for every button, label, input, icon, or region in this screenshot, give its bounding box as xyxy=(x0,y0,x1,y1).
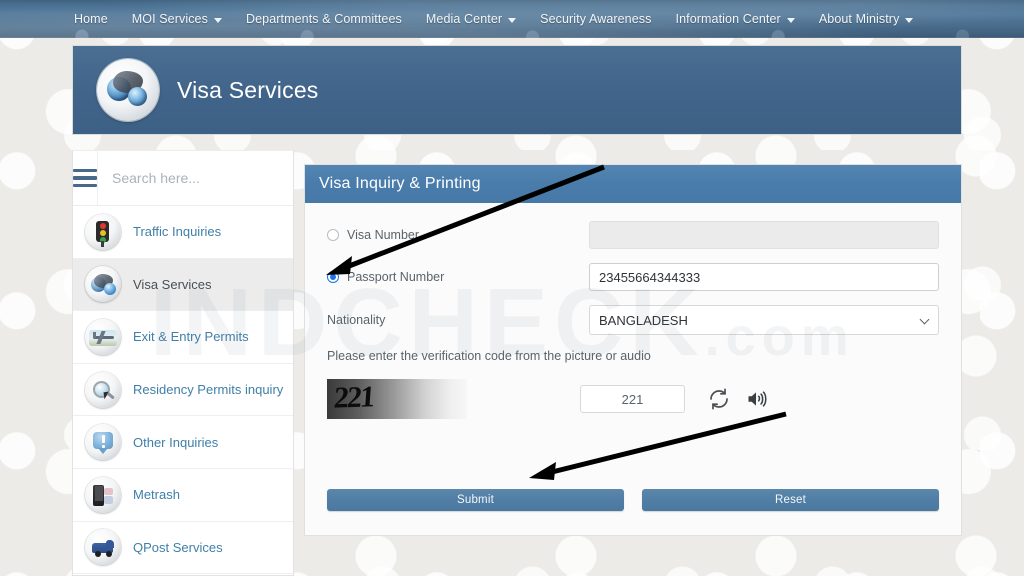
visa-inquiry-panel: Visa Inquiry & Printing Visa Number Pass… xyxy=(304,164,962,536)
nationality-select[interactable]: BANGLADESH xyxy=(589,305,939,335)
panel-header: Visa Inquiry & Printing xyxy=(305,165,961,203)
nav-item-about-ministry[interactable]: About Ministry xyxy=(807,0,926,38)
mobile-device-icon xyxy=(85,477,121,513)
reset-button[interactable]: Reset xyxy=(642,489,939,511)
sidebar-item-other-inquiries[interactable]: Other Inquiries xyxy=(73,416,293,469)
nav-item-departments-committees[interactable]: Departments & Committees xyxy=(234,0,414,38)
passport-number-label-group[interactable]: Passport Number xyxy=(327,270,589,284)
submit-button[interactable]: Submit xyxy=(327,489,624,511)
visa-number-label: Visa Number xyxy=(347,228,419,242)
captcha-image: 221 xyxy=(327,379,467,419)
nav-item-moi-services[interactable]: MOI Services xyxy=(120,0,234,38)
captcha-input[interactable] xyxy=(580,385,685,413)
sidebar-item-label: Exit & Entry Permits xyxy=(133,329,249,344)
hamburger-icon[interactable] xyxy=(73,151,98,205)
sidebar: Traffic Inquiries Visa Services Exit & E… xyxy=(72,150,294,576)
sidebar-item-label: Residency Permits inquiry xyxy=(133,382,283,397)
sidebar-item-qpost-services[interactable]: QPost Services xyxy=(73,522,293,575)
sidebar-search-row xyxy=(73,151,293,206)
passport-number-radio[interactable] xyxy=(327,271,339,283)
search-input[interactable] xyxy=(98,151,293,205)
traffic-light-icon xyxy=(85,214,121,250)
visa-number-input[interactable] xyxy=(589,221,939,249)
sidebar-item-label: Visa Services xyxy=(133,277,212,292)
sidebar-item-traffic-inquiries[interactable]: Traffic Inquiries xyxy=(73,206,293,259)
visa-number-label-group[interactable]: Visa Number xyxy=(327,228,589,242)
passport-number-row: Passport Number xyxy=(327,263,939,291)
visa-globes-icon xyxy=(97,59,159,121)
sidebar-item-label: Metrash xyxy=(133,487,180,502)
nav-item-security-awareness[interactable]: Security Awareness xyxy=(528,0,663,38)
content-area: Traffic Inquiries Visa Services Exit & E… xyxy=(72,150,962,576)
captcha-row: 221 xyxy=(327,379,939,419)
nav-item-media-center[interactable]: Media Center xyxy=(414,0,528,38)
sidebar-item-visa-services[interactable]: Visa Services xyxy=(73,259,293,312)
panel-title: Visa Inquiry & Printing xyxy=(319,175,481,193)
exclamation-bubble-icon xyxy=(85,424,121,460)
form-buttons: Submit Reset xyxy=(327,489,939,511)
speaker-icon[interactable] xyxy=(745,387,769,411)
visa-number-radio[interactable] xyxy=(327,229,339,241)
nav-item-label: MOI Services xyxy=(132,12,208,26)
nav-item-label: Information Center xyxy=(676,12,781,26)
sidebar-item-metrash[interactable]: Metrash xyxy=(73,469,293,522)
visa-globes-icon xyxy=(85,266,121,302)
chevron-down-icon xyxy=(508,18,516,23)
chevron-down-icon xyxy=(905,18,913,23)
nav-item-label: Home xyxy=(74,12,108,26)
airplane-icon xyxy=(85,319,121,355)
captcha-image-code: 221 xyxy=(333,380,375,415)
panel-body: Visa Number Passport Number Nationality xyxy=(305,203,961,536)
nav-item-label: Security Awareness xyxy=(540,12,651,26)
sidebar-item-exit-entry-permits[interactable]: Exit & Entry Permits xyxy=(73,311,293,364)
nav-item-information-center[interactable]: Information Center xyxy=(664,0,807,38)
chevron-down-icon xyxy=(214,18,222,23)
sidebar-item-residency-permits-inquiry[interactable]: Residency Permits inquiry xyxy=(73,364,293,417)
passport-number-input[interactable] xyxy=(589,263,939,291)
nationality-label: Nationality xyxy=(327,313,589,327)
nationality-row: Nationality BANGLADESH xyxy=(327,305,939,335)
page-title: Visa Services xyxy=(177,77,319,104)
nav-item-home[interactable]: Home xyxy=(62,0,120,38)
sidebar-item-label: QPost Services xyxy=(133,540,223,555)
captcha-hint: Please enter the verification code from … xyxy=(327,349,939,363)
nav-item-label: Media Center xyxy=(426,12,502,26)
page-banner: Visa Services xyxy=(72,45,962,135)
sidebar-item-label: Other Inquiries xyxy=(133,435,218,450)
nav-item-label: Departments & Committees xyxy=(246,12,402,26)
chevron-down-icon xyxy=(787,18,795,23)
refresh-icon[interactable] xyxy=(707,387,731,411)
passport-number-label: Passport Number xyxy=(347,270,444,284)
visa-number-row: Visa Number xyxy=(327,221,939,249)
top-navigation-bar: Home MOI Services Departments & Committe… xyxy=(0,0,1024,38)
nav-item-label: About Ministry xyxy=(819,12,900,26)
magnifier-icon xyxy=(85,372,121,408)
sidebar-item-label: Traffic Inquiries xyxy=(133,224,221,239)
delivery-van-icon xyxy=(85,529,121,565)
